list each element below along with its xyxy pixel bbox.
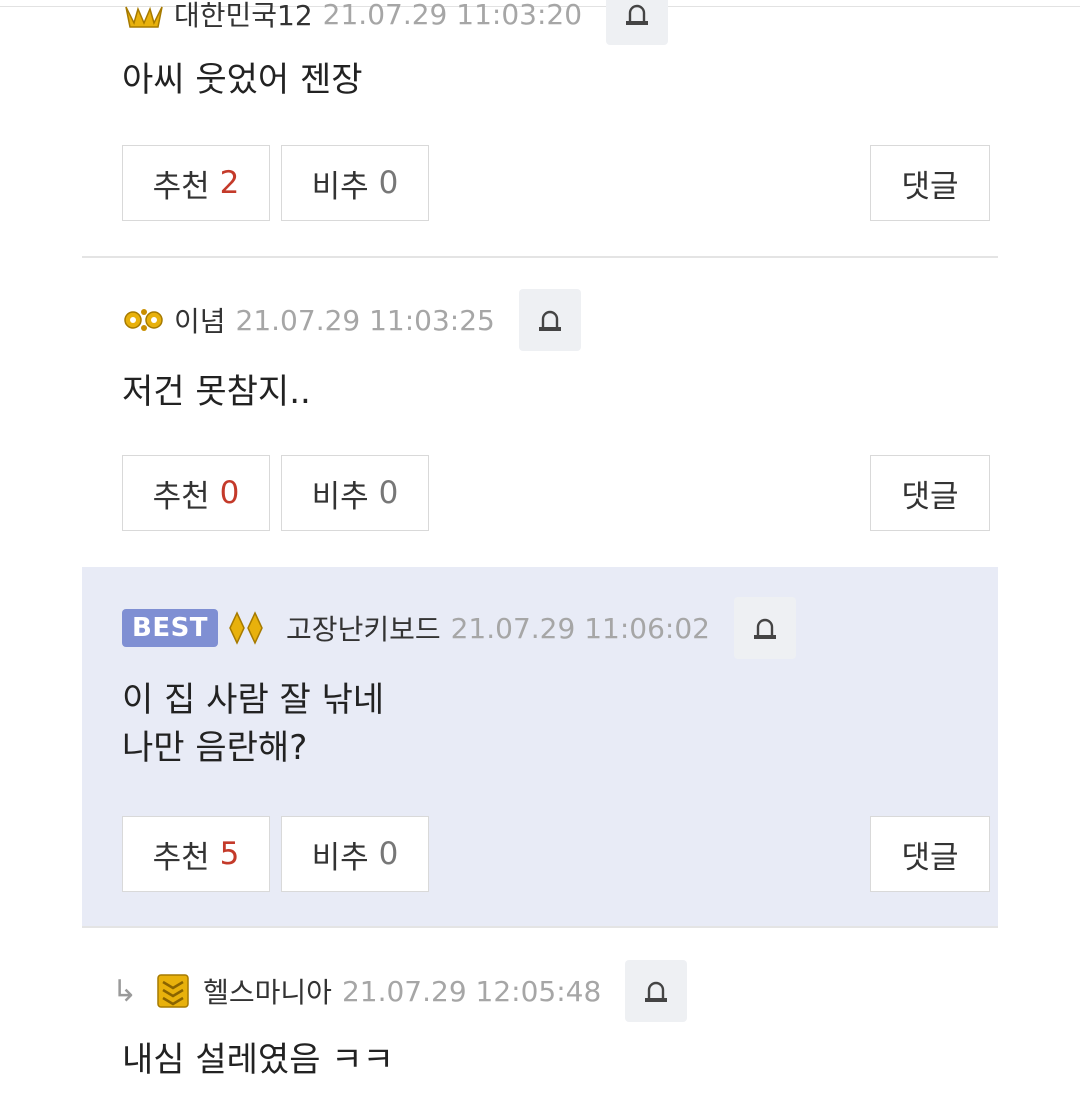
best-badge: BEST <box>122 609 219 647</box>
comment-date: 21.07.29 11:03:20 <box>322 0 583 31</box>
comment-item: 이념 21.07.29 11:03:25 저건 못참지.. 추천 0 비추 0 … <box>82 258 998 566</box>
comment-body: 저건 못참지.. <box>122 372 311 412</box>
comment-author[interactable]: 고장난키보드 <box>286 608 441 648</box>
reply-button[interactable]: 댓글 <box>870 816 990 892</box>
gold-diamond-icon <box>224 611 268 645</box>
downvote-button[interactable]: 비추 0 <box>281 145 429 221</box>
comment-meta: 대한민국12 21.07.29 11:03:20 <box>122 0 669 45</box>
siren-icon <box>753 618 776 639</box>
siren-icon <box>538 310 561 331</box>
comment-author[interactable]: 헬스마니아 <box>203 971 332 1011</box>
report-button[interactable] <box>733 597 796 659</box>
comment-body: 이 집 사람 잘 낚네 나만 음란해? <box>122 680 385 768</box>
reply-comment-item: ↳ 헬스마니아 21.07.29 12:05:48 내심 설레였음 ㅋㅋ <box>82 928 998 1098</box>
siren-icon <box>645 981 668 1002</box>
downvote-count: 0 <box>378 165 399 201</box>
upvote-button[interactable]: 추천 5 <box>122 816 270 892</box>
comment-body: 아씨 웃었어 젠장 <box>122 60 363 100</box>
comment-body: 내심 설레였음 ㅋㅋ <box>122 1040 394 1080</box>
report-button[interactable] <box>625 960 688 1022</box>
report-button[interactable] <box>606 0 669 45</box>
comment-author[interactable]: 대한민국12 <box>174 0 313 34</box>
upvote-count: 5 <box>219 836 240 872</box>
gold-gears-icon <box>122 304 166 336</box>
comment-meta: BEST 고장난키보드 21.07.29 11:06:02 <box>122 597 796 659</box>
comment-date: 21.07.29 11:03:25 <box>235 303 495 337</box>
report-button[interactable] <box>518 289 581 351</box>
comment-meta: ↳ 헬스마니아 21.07.29 12:05:48 <box>112 960 688 1022</box>
comment-author[interactable]: 이념 <box>174 300 226 340</box>
reply-button[interactable]: 댓글 <box>870 145 990 221</box>
downvote-count: 0 <box>378 836 399 872</box>
upvote-count: 2 <box>219 165 240 201</box>
siren-icon <box>626 4 649 25</box>
upvote-button[interactable]: 추천 2 <box>122 145 270 221</box>
comment-date: 21.07.29 11:06:02 <box>450 611 710 645</box>
downvote-count: 0 <box>378 475 399 511</box>
comment-item: 대한민국12 21.07.29 11:03:20 아씨 웃었어 젠장 추천 2 … <box>82 0 998 258</box>
upvote-count: 0 <box>219 475 240 511</box>
gold-crown-icon <box>122 0 166 30</box>
reply-arrow-icon: ↳ <box>112 973 138 1009</box>
gold-chevron-rank-icon <box>151 974 195 1008</box>
best-comment-item: BEST 고장난키보드 21.07.29 11:06:02 이 집 사람 잘 낚… <box>82 567 998 927</box>
comment-date: 21.07.29 12:05:48 <box>341 974 602 1008</box>
downvote-button[interactable]: 비추 0 <box>281 816 429 892</box>
comment-meta: 이념 21.07.29 11:03:25 <box>122 289 581 351</box>
downvote-button[interactable]: 비추 0 <box>281 455 429 531</box>
reply-button[interactable]: 댓글 <box>870 455 990 531</box>
upvote-button[interactable]: 추천 0 <box>122 455 270 531</box>
